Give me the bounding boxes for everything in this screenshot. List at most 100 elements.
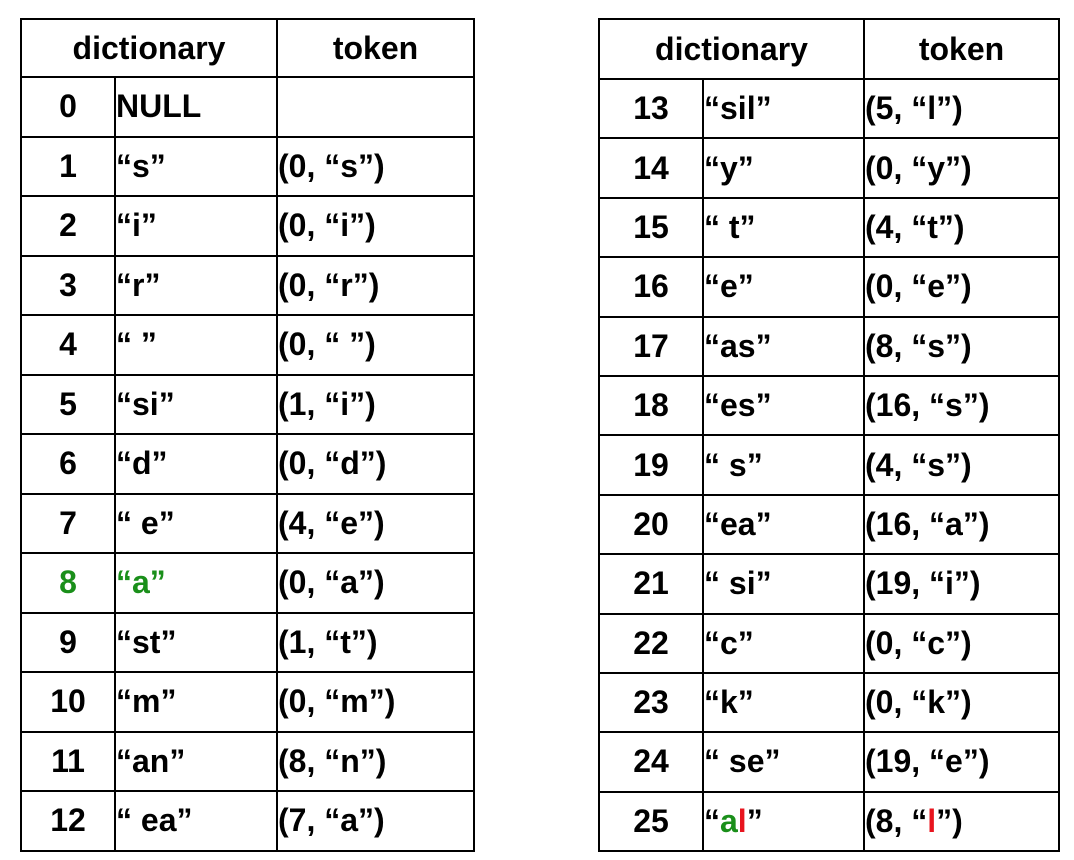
table-row: 13 “sil” (5, “l”) bbox=[598, 77, 1060, 140]
entry-token: (0, “k”) bbox=[863, 671, 1060, 734]
entry-token: (1, “t”) bbox=[276, 611, 475, 673]
entry-token: (5, “l”) bbox=[863, 77, 1060, 140]
entry-token: (1, “i”) bbox=[276, 373, 475, 435]
entry-phrase: “ea” bbox=[702, 493, 865, 556]
entry-index: 4 bbox=[20, 314, 116, 376]
entry-index: 16 bbox=[598, 256, 704, 318]
token-open: (8, “ bbox=[865, 802, 928, 839]
table-row: 20 “ea” (16, “a”) bbox=[598, 493, 1060, 556]
entry-token: (0, “s”) bbox=[276, 135, 475, 197]
entry-token: (4, “e”) bbox=[276, 492, 475, 554]
dictionary-header: dictionary bbox=[20, 18, 278, 78]
entry-token: (8, “n”) bbox=[276, 730, 475, 792]
token-close: ”) bbox=[936, 802, 963, 839]
entry-phrase: “ t” bbox=[702, 196, 865, 259]
header-row: dictionary token bbox=[20, 18, 475, 78]
dictionary-table-right: dictionary token 13 “sil” (5, “l”) 14 “y” (0,… bbox=[598, 18, 1060, 853]
entry-token: (16, “a”) bbox=[863, 493, 1060, 556]
entry-phrase: “sil” bbox=[702, 77, 865, 140]
entry-phrase: “si” bbox=[114, 373, 278, 435]
entry-token: (0, “a”) bbox=[276, 552, 475, 614]
entry-phrase: “ ea” bbox=[114, 790, 278, 852]
entry-phrase: “i” bbox=[114, 195, 278, 257]
entry-token: (0, “d”) bbox=[276, 433, 475, 495]
table-row: 7 “ e” (4, “e”) bbox=[20, 492, 475, 554]
entry-phrase: “k” bbox=[702, 671, 865, 734]
token-header: token bbox=[276, 18, 475, 78]
entry-phrase: “ se” bbox=[702, 731, 865, 793]
entry-phrase: “r” bbox=[114, 254, 278, 316]
quote-open: “ bbox=[704, 802, 720, 839]
entry-phrase: “d” bbox=[114, 433, 278, 495]
entry-index: 2 bbox=[20, 195, 116, 257]
table-row: 21 “ si” (19, “i”) bbox=[598, 553, 1060, 615]
table-row: 25 “al” (8, “l”) bbox=[598, 790, 1060, 853]
entry-phrase: “es” bbox=[702, 374, 865, 437]
entry-token: (0, “e”) bbox=[863, 256, 1060, 318]
entry-index: 3 bbox=[20, 254, 116, 316]
table-row: 18 “es” (16, “s”) bbox=[598, 374, 1060, 437]
entry-token: (7, “a”) bbox=[276, 790, 475, 852]
new-char: l bbox=[737, 802, 747, 839]
entry-phrase: “ si” bbox=[702, 553, 865, 615]
table-row: 6 “d” (0, “d”) bbox=[20, 433, 475, 495]
entry-phrase: “as” bbox=[702, 315, 865, 377]
token-header: token bbox=[863, 18, 1060, 80]
entry-index: 5 bbox=[20, 373, 116, 435]
table-row: 14 “y” (0, “y”) bbox=[598, 137, 1060, 199]
entry-index: 23 bbox=[598, 671, 704, 734]
table-row: 16 “e” (0, “e”) bbox=[598, 256, 1060, 318]
entry-token bbox=[276, 76, 475, 138]
entry-token: (0, “i”) bbox=[276, 195, 475, 257]
quote-close: ” bbox=[746, 802, 763, 839]
entry-phrase: “al” bbox=[702, 790, 865, 853]
entry-token: (0, “ ”) bbox=[276, 314, 475, 376]
entry-index: 21 bbox=[598, 553, 704, 615]
entry-token: (19, “e”) bbox=[863, 731, 1060, 793]
entry-index: 14 bbox=[598, 137, 704, 199]
dictionary-table-left: dictionary token 0 NULL 1 “s” (0, “s”) 2 “i” (0… bbox=[20, 18, 475, 852]
entry-token: (4, “t”) bbox=[863, 196, 1060, 259]
table-row: 12 “ ea” (7, “a”) bbox=[20, 790, 475, 852]
entry-index: 7 bbox=[20, 492, 116, 554]
entry-token: (0, “c”) bbox=[863, 612, 1060, 674]
entry-token: (8, “s”) bbox=[863, 315, 1060, 377]
entry-index: 8 bbox=[20, 552, 116, 614]
token-new-char: l bbox=[927, 802, 937, 839]
entry-index: 0 bbox=[20, 76, 116, 138]
entry-phrase: “e” bbox=[702, 256, 865, 318]
entry-index: 22 bbox=[598, 612, 704, 674]
entry-phrase: “a” bbox=[114, 552, 278, 614]
entry-index: 6 bbox=[20, 433, 116, 495]
table-row: 11 “an” (8, “n”) bbox=[20, 730, 475, 792]
table-row: 4 “ ” (0, “ ”) bbox=[20, 314, 475, 376]
entry-index: 9 bbox=[20, 611, 116, 673]
table-row: 8 “a” (0, “a”) bbox=[20, 552, 475, 614]
table-row: 1 “s” (0, “s”) bbox=[20, 135, 475, 197]
table-row: 5 “si” (1, “i”) bbox=[20, 373, 475, 435]
entry-phrase: “y” bbox=[702, 137, 865, 199]
entry-token: (16, “s”) bbox=[863, 374, 1060, 437]
header-row: dictionary token bbox=[598, 18, 1060, 80]
entry-phrase: “an” bbox=[114, 730, 278, 792]
entry-index: 24 bbox=[598, 731, 704, 793]
table-row: 9 “st” (1, “t”) bbox=[20, 611, 475, 673]
entry-index: 1 bbox=[20, 135, 116, 197]
entry-phrase: NULL bbox=[114, 76, 278, 138]
entry-phrase: “ s” bbox=[702, 434, 865, 496]
entry-token: (4, “s”) bbox=[863, 434, 1060, 496]
entry-phrase: “ e” bbox=[114, 492, 278, 554]
table-row: 0 NULL bbox=[20, 76, 475, 138]
entry-phrase: “s” bbox=[114, 135, 278, 197]
entry-index: 25 bbox=[598, 790, 704, 853]
entry-index: 19 bbox=[598, 434, 704, 496]
entry-token: (19, “i”) bbox=[863, 553, 1060, 615]
prefix-phrase: a bbox=[720, 802, 738, 839]
entry-phrase: “ ” bbox=[114, 314, 278, 376]
table-row: 24 “ se” (19, “e”) bbox=[598, 731, 1060, 793]
entry-index: 18 bbox=[598, 374, 704, 437]
table-row: 10 “m” (0, “m”) bbox=[20, 671, 475, 733]
table-row: 17 “as” (8, “s”) bbox=[598, 315, 1060, 377]
entry-index: 11 bbox=[20, 730, 116, 792]
entry-token: (8, “l”) bbox=[863, 790, 1060, 853]
